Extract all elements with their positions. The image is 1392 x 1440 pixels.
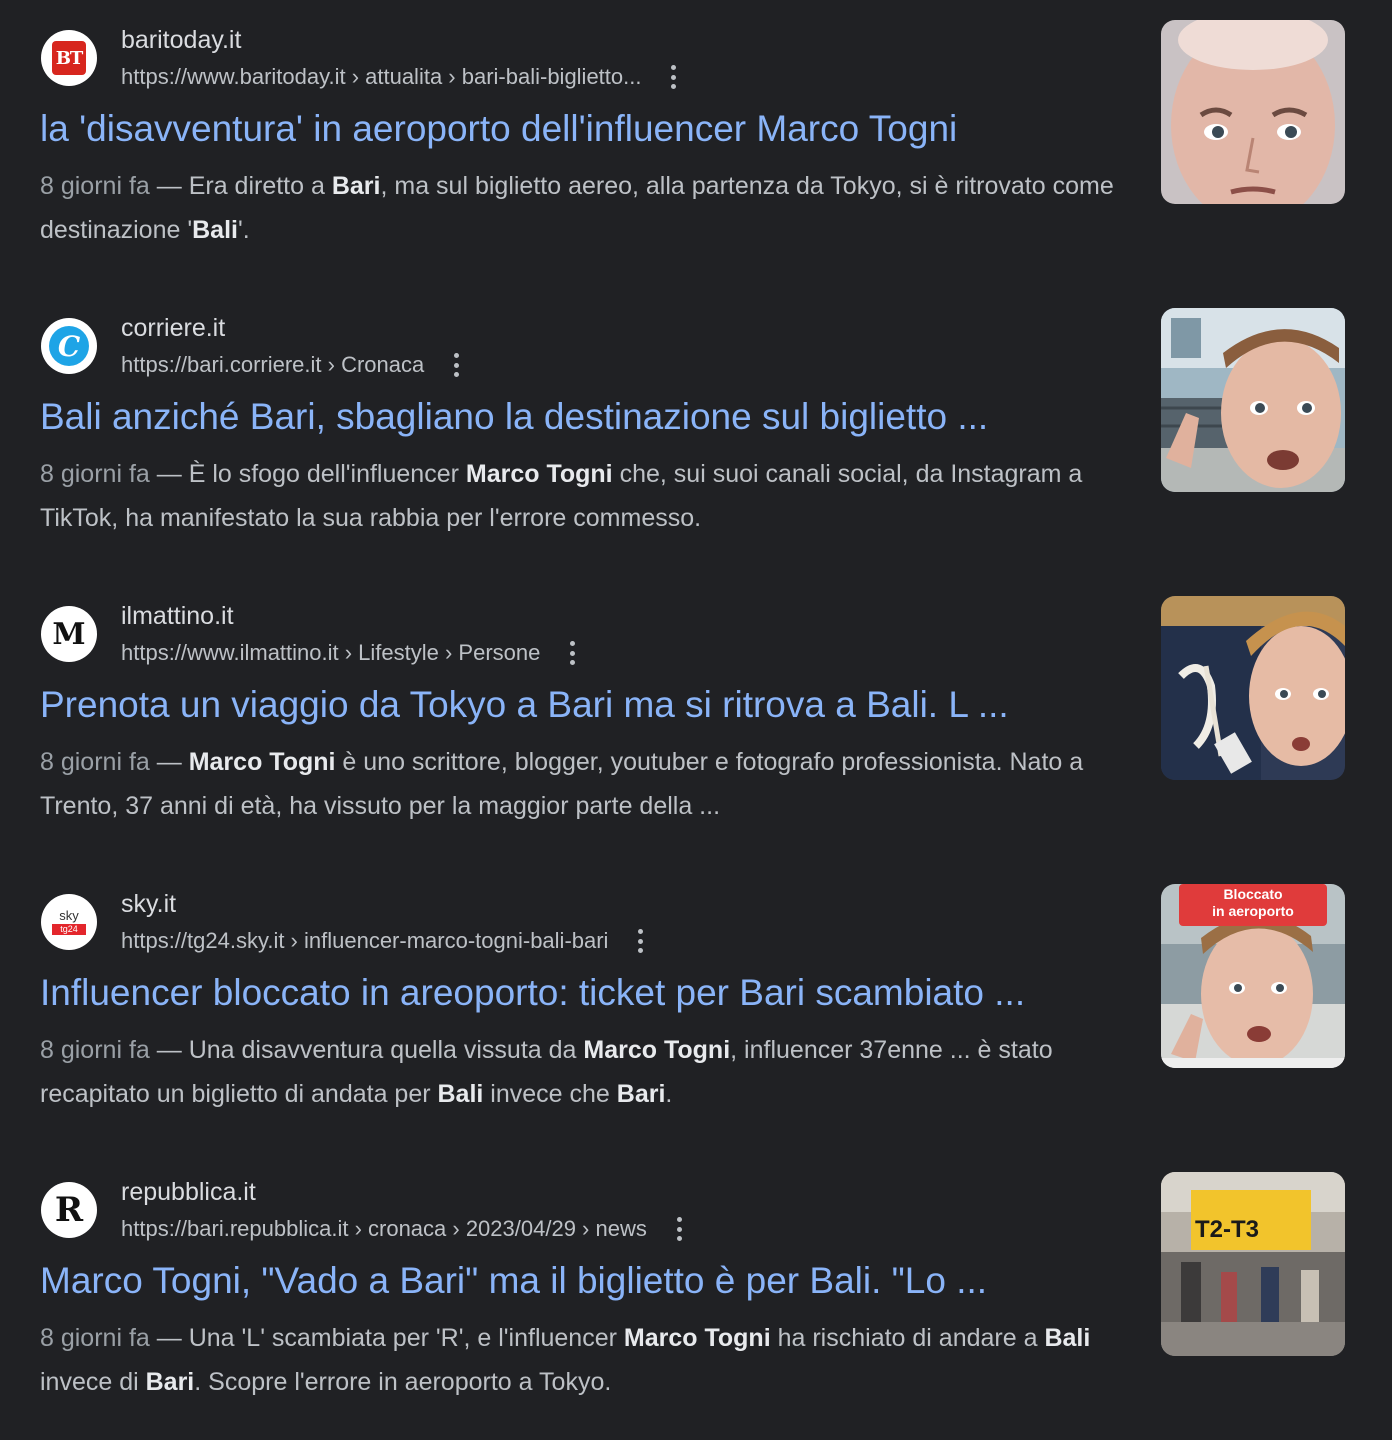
snippet-text: ha rischiato di andare a <box>770 1324 1045 1352</box>
result-date: 8 giorni fa <box>40 172 150 200</box>
result-snippet: 8 giorni fa — È lo sfogo dell'influencer… <box>40 452 1130 540</box>
more-options-icon[interactable] <box>671 65 677 89</box>
date-separator: — <box>149 460 189 488</box>
result-snippet: 8 giorni fa — Marco Togni è uno scrittor… <box>40 740 1130 828</box>
more-options-icon[interactable] <box>676 1217 683 1241</box>
favicon-text: BT <box>55 47 84 69</box>
snippet-text: invece di <box>40 1368 146 1396</box>
site-name[interactable]: sky.it <box>121 890 176 919</box>
date-separator: — <box>149 1036 189 1064</box>
url-text: https://bari.repubblica.it › cronaca › 2… <box>121 1216 647 1241</box>
url-text: https://www.baritoday.it › attualita › b… <box>121 64 642 89</box>
snippet-highlight: Marco Togni <box>188 748 336 776</box>
snippet-highlight: Bari <box>145 1368 195 1396</box>
more-options-icon[interactable] <box>570 641 576 665</box>
result-title-link[interactable]: la 'disavventura' in aeroporto dell'infl… <box>40 108 957 150</box>
url-text: https://bari.corriere.it › Cronaca <box>121 352 425 377</box>
date-separator: — <box>149 172 189 200</box>
result-thumbnail[interactable] <box>1161 308 1345 492</box>
skytg24-logo-icon: sky tg24 <box>41 894 97 950</box>
snippet-text: È lo sfogo dell'influencer <box>188 460 466 488</box>
snippet-highlight: Marco Togni <box>623 1324 771 1352</box>
search-result: M ilmattino.it https://www.ilmattino.it … <box>0 576 1392 864</box>
result-snippet: 8 giorni fa — Una disavventura quella vi… <box>40 1028 1130 1116</box>
ilmattino-logo-icon: M <box>41 606 97 662</box>
date-separator: — <box>149 748 189 776</box>
site-name[interactable]: repubblica.it <box>121 1178 256 1207</box>
baritoday-logo-icon: BT <box>41 30 97 86</box>
result-title-link[interactable]: Marco Togni, "Vado a Bari" ma il bigliet… <box>40 1260 987 1302</box>
thumbnail-caption: Bloccato in aeroporto <box>1161 886 1345 920</box>
result-snippet: 8 giorni fa — Era diretto a Bari, ma sul… <box>40 164 1130 252</box>
snippet-text: '. <box>237 216 250 244</box>
url-breadcrumb[interactable]: https://www.ilmattino.it › Lifestyle › P… <box>121 640 576 666</box>
search-result: sky tg24 sky.it https://tg24.sky.it › in… <box>0 864 1392 1152</box>
snippet-text: invece che <box>483 1080 617 1108</box>
result-snippet: 8 giorni fa — Una 'L' scambiata per 'R',… <box>40 1316 1130 1404</box>
url-text: https://tg24.sky.it › influencer-marco-t… <box>121 928 609 953</box>
repubblica-logo-icon: R <box>41 1182 97 1238</box>
favicon-text: R <box>54 1190 84 1230</box>
result-date: 8 giorni fa <box>40 460 150 488</box>
favicon-text: sky <box>59 908 79 923</box>
url-breadcrumb[interactable]: https://bari.repubblica.it › cronaca › 2… <box>121 1216 683 1242</box>
url-text: https://www.ilmattino.it › Lifestyle › P… <box>121 640 541 665</box>
result-thumbnail[interactable] <box>1161 596 1345 780</box>
url-breadcrumb[interactable]: https://tg24.sky.it › influencer-marco-t… <box>121 928 644 954</box>
caption-line: Bloccato <box>1223 886 1283 902</box>
snippet-highlight: Bari <box>331 172 381 200</box>
result-date: 8 giorni fa <box>40 1324 150 1352</box>
site-name[interactable]: ilmattino.it <box>121 602 234 631</box>
result-title-link[interactable]: Influencer bloccato in areoporto: ticket… <box>40 972 1025 1014</box>
result-date: 8 giorni fa <box>40 748 150 776</box>
snippet-highlight: Marco Togni <box>583 1036 731 1064</box>
search-result: R repubblica.it https://bari.repubblica.… <box>0 1152 1392 1440</box>
snippet-highlight: Bali <box>192 216 238 244</box>
result-title-link[interactable]: Bali anziché Bari, sbagliano la destinaz… <box>40 396 988 438</box>
site-name[interactable]: corriere.it <box>121 314 225 343</box>
snippet-highlight: Bali <box>437 1080 484 1108</box>
favicon-text: M <box>52 616 86 652</box>
snippet-highlight: Bari <box>616 1080 666 1108</box>
result-date: 8 giorni fa <box>40 1036 150 1064</box>
favicon-text: C <box>57 329 81 363</box>
site-name[interactable]: baritoday.it <box>121 26 241 55</box>
more-options-icon[interactable] <box>638 929 644 953</box>
snippet-highlight: Bali <box>1044 1324 1091 1352</box>
snippet-highlight: Marco Togni <box>465 460 613 488</box>
thumbnail-sign-text: T2-T3 <box>1195 1216 1260 1243</box>
favicon-subtext: tg24 <box>52 924 86 935</box>
result-thumbnail[interactable]: Bloccato in aeroporto <box>1161 884 1345 1068</box>
more-options-icon[interactable] <box>454 353 460 377</box>
url-breadcrumb[interactable]: https://bari.corriere.it › Cronaca <box>121 352 460 378</box>
result-thumbnail[interactable] <box>1161 20 1345 204</box>
date-separator: — <box>149 1324 189 1352</box>
snippet-text: . <box>665 1080 673 1108</box>
result-title-link[interactable]: Prenota un viaggio da Tokyo a Bari ma si… <box>40 684 1009 726</box>
search-result: BT baritoday.it https://www.baritoday.it… <box>0 0 1392 288</box>
result-thumbnail[interactable]: T2-T3 <box>1161 1172 1345 1356</box>
url-breadcrumb[interactable]: https://www.baritoday.it › attualita › b… <box>121 64 677 90</box>
snippet-text: . Scopre l'errore in aeroporto a Tokyo. <box>194 1368 612 1396</box>
snippet-text: Una 'L' scambiata per 'R', e l'influence… <box>188 1324 624 1352</box>
corriere-logo-icon: C <box>41 318 97 374</box>
snippet-text: Era diretto a <box>188 172 332 200</box>
caption-line: in aeroporto <box>1212 903 1294 919</box>
search-result: C corriere.it https://bari.corriere.it ›… <box>0 288 1392 576</box>
snippet-text: Una disavventura quella vissuta da <box>188 1036 584 1064</box>
